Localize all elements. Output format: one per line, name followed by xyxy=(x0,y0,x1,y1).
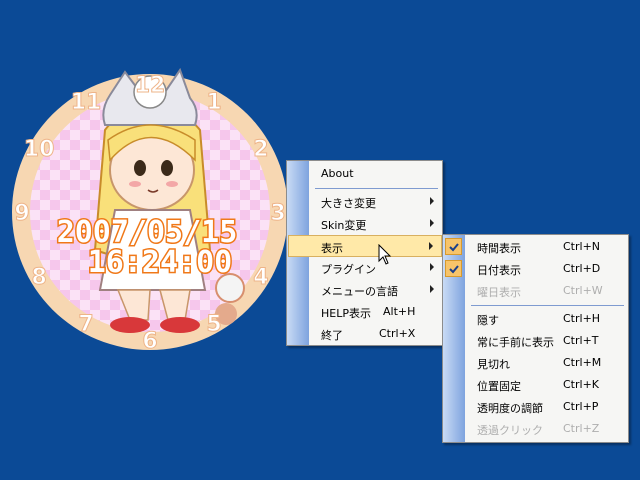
menu-item-about[interactable]: About xyxy=(309,163,442,185)
clock-numeral: 9 xyxy=(14,201,29,226)
menu-item-display[interactable]: 表示 xyxy=(288,235,442,257)
submenu-item-transparency[interactable]: 透明度の調節 Ctrl+P xyxy=(465,396,628,418)
clock-numeral: 1 xyxy=(206,90,221,115)
menu-separator xyxy=(471,305,624,306)
submenu-arrow-icon xyxy=(430,263,434,271)
submenu-item-date-display[interactable]: 日付表示 Ctrl+D xyxy=(445,258,628,280)
checkmark-icon xyxy=(445,238,462,255)
menu-item-language[interactable]: メニューの言語 xyxy=(309,279,442,301)
mouse-cursor-icon xyxy=(378,244,392,265)
submenu-arrow-icon xyxy=(430,285,434,293)
clock-numeral: 10 xyxy=(24,137,55,162)
clock-time: 16:24:00 xyxy=(88,245,233,280)
submenu-arrow-icon xyxy=(429,242,433,250)
submenu-arrow-icon xyxy=(430,197,434,205)
menu-item-plugin[interactable]: プラグイン xyxy=(309,257,442,279)
clock-numeral: 7 xyxy=(78,312,93,337)
submenu-item-always-on-top[interactable]: 常に手前に表示 Ctrl+T xyxy=(465,330,628,352)
display-submenu: 時間表示 Ctrl+N 日付表示 Ctrl+D 曜日表示 Ctrl+W 隠す Ctrl+… xyxy=(442,234,629,443)
menu-separator xyxy=(315,188,438,189)
clock-numeral: 6 xyxy=(142,329,157,354)
context-menu: About 大きさ変更 Skin変更 表示 プラグイン メニューの言語 HELP… xyxy=(286,160,443,346)
menu-item-resize[interactable]: 大きさ変更 xyxy=(309,191,442,213)
clock-numeral: 5 xyxy=(206,312,221,337)
menu-item-exit[interactable]: 終了 Ctrl+X xyxy=(309,323,442,345)
submenu-item-hide[interactable]: 隠す Ctrl+H xyxy=(465,308,628,330)
checkmark-icon xyxy=(445,260,462,277)
clock-numeral: 4 xyxy=(253,265,268,290)
submenu-arrow-icon xyxy=(430,219,434,227)
clock-numeral: 3 xyxy=(270,201,285,226)
submenu-item-weekday-display[interactable]: 曜日表示 Ctrl+W xyxy=(465,280,628,302)
submenu-item-lock-position[interactable]: 位置固定 Ctrl+K xyxy=(465,374,628,396)
menu-item-skin[interactable]: Skin変更 xyxy=(309,213,442,235)
clock-numeral: 8 xyxy=(31,265,46,290)
submenu-item-time-display[interactable]: 時間表示 Ctrl+N xyxy=(445,236,628,258)
menu-item-help[interactable]: HELP表示 Alt+H xyxy=(309,301,442,323)
clock-numeral: 12 xyxy=(135,73,166,98)
clock-numeral: 11 xyxy=(71,90,102,115)
submenu-item-cutoff[interactable]: 見切れ Ctrl+M xyxy=(465,352,628,374)
clock-numeral: 2 xyxy=(253,137,268,162)
submenu-item-click-through[interactable]: 透過クリック Ctrl+Z xyxy=(465,418,628,440)
